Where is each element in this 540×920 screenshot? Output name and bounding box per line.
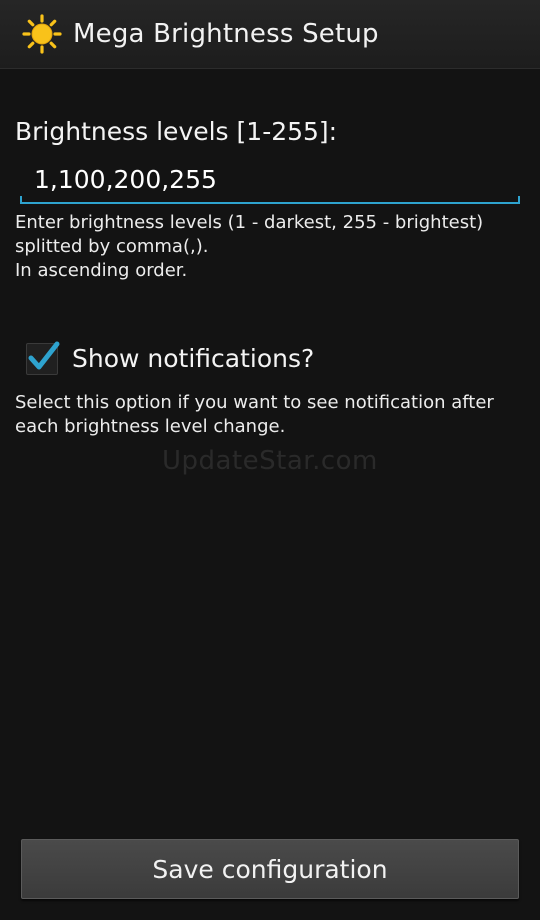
app-title: Mega Brightness Setup <box>73 19 379 49</box>
sun-icon <box>22 14 62 54</box>
help-line: In ascending order. <box>15 260 188 281</box>
help-line: Select this option if you want to see no… <box>15 392 494 413</box>
setup-screen: Mega Brightness Setup Brightness levels … <box>0 0 540 920</box>
save-configuration-button[interactable]: Save configuration <box>21 839 519 899</box>
checkmark-icon <box>28 341 60 370</box>
help-line: Enter brightness levels (1 - darkest, 25… <box>15 212 484 233</box>
input-underline-edge <box>518 196 520 204</box>
brightness-levels-label: Brightness levels [1-255]: <box>15 117 338 146</box>
show-notifications-label[interactable]: Show notifications? <box>72 341 314 377</box>
input-underline-edge <box>20 196 22 204</box>
brightness-levels-input[interactable] <box>20 156 520 204</box>
show-notifications-checkbox[interactable] <box>22 336 60 382</box>
action-bar: Mega Brightness Setup <box>0 0 540 69</box>
help-line: each brightness level change. <box>15 416 286 437</box>
checkbox-box[interactable] <box>26 341 60 375</box>
help-line: splitted by comma(,). <box>15 236 209 257</box>
brightness-levels-help: Enter brightness levels (1 - darkest, 25… <box>15 211 525 283</box>
notifications-help: Select this option if you want to see no… <box>15 391 530 439</box>
watermark: UpdateStar.com <box>162 446 378 476</box>
